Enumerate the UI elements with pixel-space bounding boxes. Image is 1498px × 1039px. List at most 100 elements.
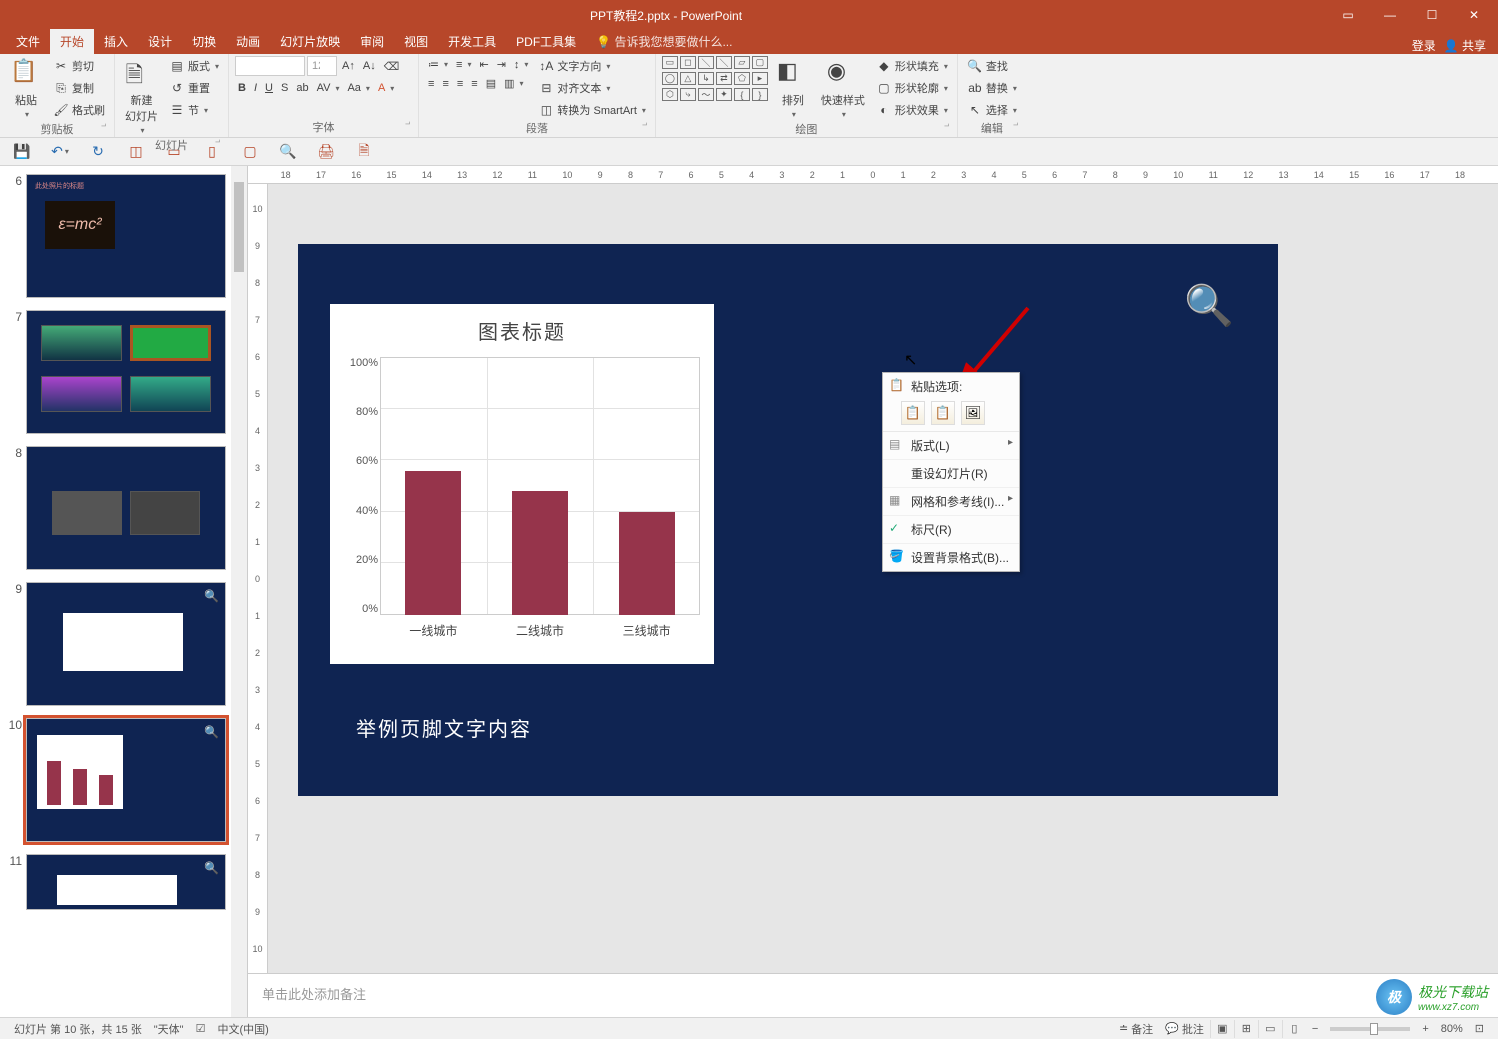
qat-btn-4[interactable]: ▢: [240, 142, 260, 162]
chart-object[interactable]: 图表标题 100%80%60%40%20%0% 一线城市二线城市三线城市: [330, 304, 714, 664]
reset-button[interactable]: ↺重置: [166, 78, 222, 98]
underline-button[interactable]: U: [262, 80, 276, 96]
slide-canvas[interactable]: 🔍 图表标题 100%80%60%40%20%0% 一: [298, 244, 1278, 796]
font-size-combo[interactable]: [307, 56, 337, 76]
slide-thumb-8[interactable]: 8: [6, 446, 241, 570]
convert-smartart-button[interactable]: ◫转换为 SmartArt: [535, 100, 648, 120]
distribute-button[interactable]: ▤: [483, 75, 499, 92]
shape-effects-button[interactable]: ◐形状效果: [873, 100, 951, 120]
slide-thumb-11[interactable]: 11 🔍: [6, 854, 241, 910]
tab-pdf[interactable]: PDF工具集: [506, 29, 586, 54]
qat-btn-6[interactable]: 🖨: [316, 142, 336, 162]
decrease-indent-button[interactable]: ⇤: [476, 56, 491, 73]
slide-thumbnail-panel[interactable]: 6 此处照片的标题 ε=mc² 7 8 9 🔍: [0, 166, 248, 1017]
ribbon-display-btn[interactable]: ▭: [1328, 1, 1368, 29]
slide-thumb-7[interactable]: 7: [6, 310, 241, 434]
undo-button[interactable]: ↶: [50, 142, 70, 162]
close-btn[interactable]: ✕: [1454, 1, 1494, 29]
paste-use-dest-theme[interactable]: 📋: [901, 401, 925, 425]
tab-insert[interactable]: 插入: [94, 29, 138, 54]
new-slide-button[interactable]: 🗎新建 幻灯片: [121, 56, 162, 137]
tab-transition[interactable]: 切换: [182, 29, 226, 54]
align-right-button[interactable]: ≡: [454, 76, 466, 92]
slide-thumb-9[interactable]: 9 🔍: [6, 582, 241, 706]
align-center-button[interactable]: ≡: [439, 76, 451, 92]
zoom-in[interactable]: +: [1416, 1023, 1434, 1035]
status-slide-info[interactable]: 幻灯片 第 10 张，共 15 张: [8, 1021, 148, 1037]
clear-format-button[interactable]: ⌫: [381, 58, 403, 75]
view-normal[interactable]: ▣: [1210, 1020, 1234, 1038]
columns-button[interactable]: ▥: [501, 75, 526, 92]
align-left-button[interactable]: ≡: [425, 76, 437, 92]
qat-btn-5[interactable]: 🔍: [278, 142, 298, 162]
share-button[interactable]: 👤 共享: [1444, 37, 1486, 54]
redo-button[interactable]: ↻: [88, 142, 108, 162]
status-language[interactable]: 中文(中国): [211, 1021, 274, 1037]
save-button[interactable]: 💾: [12, 142, 32, 162]
strike-button[interactable]: S: [278, 80, 291, 96]
copy-button[interactable]: ⎘复制: [50, 78, 108, 98]
arrange-button[interactable]: ◧排列: [773, 56, 813, 121]
maximize-btn[interactable]: ☐: [1412, 1, 1452, 29]
line-spacing-button[interactable]: ↕: [511, 57, 532, 73]
slide-canvas-area[interactable]: 🔍 图表标题 100%80%60%40%20%0% 一: [268, 184, 1498, 973]
tab-design[interactable]: 设计: [138, 29, 182, 54]
shape-fill-button[interactable]: ◆形状填充: [873, 56, 951, 76]
tab-file[interactable]: 文件: [6, 29, 50, 54]
tab-devtools[interactable]: 开发工具: [438, 29, 506, 54]
quick-styles-button[interactable]: ◉快速样式: [817, 56, 869, 121]
paste-button[interactable]: 📋粘贴: [6, 56, 46, 121]
status-accessibility[interactable]: ☑: [190, 1022, 212, 1035]
shape-outline-button[interactable]: ▢形状轮廓: [873, 78, 951, 98]
zoom-out[interactable]: −: [1306, 1023, 1324, 1035]
paste-picture[interactable]: 🖼: [961, 401, 985, 425]
fit-to-window[interactable]: ⊡: [1469, 1022, 1490, 1035]
layout-button[interactable]: ▤版式: [166, 56, 222, 76]
minimize-btn[interactable]: —: [1370, 1, 1410, 29]
shadow-button[interactable]: ab: [293, 80, 311, 96]
ctx-ruler[interactable]: ✓标尺(R): [883, 516, 1019, 544]
paste-keep-source[interactable]: 📋: [931, 401, 955, 425]
italic-button[interactable]: I: [251, 80, 260, 96]
decrease-font-button[interactable]: A↓: [360, 58, 379, 74]
bold-button[interactable]: B: [235, 80, 249, 96]
slide-thumb-10[interactable]: 10 🔍: [6, 718, 241, 842]
numbering-button[interactable]: ≡: [453, 57, 474, 73]
thumbnail-scrollbar[interactable]: [231, 166, 247, 1017]
view-reading[interactable]: ▭: [1258, 1020, 1282, 1038]
zoom-slider[interactable]: [1330, 1027, 1410, 1031]
replace-button[interactable]: ab替换: [964, 78, 1020, 98]
view-slideshow[interactable]: ▯: [1282, 1020, 1306, 1038]
align-text-button[interactable]: ⊟对齐文本: [535, 78, 648, 98]
tab-view[interactable]: 视图: [394, 29, 438, 54]
slide-thumb-6[interactable]: 6 此处照片的标题 ε=mc²: [6, 174, 241, 298]
tell-me-search[interactable]: 💡 告诉我您想要做什么...: [586, 29, 742, 54]
find-button[interactable]: 🔍查找: [964, 56, 1011, 76]
tab-home[interactable]: 开始: [50, 29, 94, 54]
zoom-level[interactable]: 80%: [1435, 1023, 1469, 1035]
tab-animation[interactable]: 动画: [226, 29, 270, 54]
ctx-format-bg[interactable]: 🪣设置背景格式(B)...: [883, 544, 1019, 571]
change-case-button[interactable]: Aa: [344, 80, 372, 96]
section-button[interactable]: ☰节: [166, 100, 222, 120]
bullets-button[interactable]: ≔: [425, 56, 451, 73]
comments-toggle[interactable]: 💬 批注: [1159, 1021, 1210, 1037]
font-color-button[interactable]: A: [375, 80, 397, 96]
login-link[interactable]: 登录: [1412, 37, 1436, 54]
justify-button[interactable]: ≡: [468, 76, 480, 92]
select-button[interactable]: ↖选择: [964, 100, 1020, 120]
increase-font-button[interactable]: A↑: [339, 58, 358, 74]
font-name-combo[interactable]: [235, 56, 305, 76]
qat-btn-7[interactable]: 🗎: [354, 142, 374, 162]
char-spacing-button[interactable]: AV: [314, 80, 343, 96]
shape-gallery[interactable]: ▭◻＼＼▱▢ ◯△↳⇄⬠▸ ⬡⤷〜✦{}: [662, 56, 769, 103]
text-direction-button[interactable]: ↕A文字方向: [535, 56, 648, 76]
notes-pane[interactable]: 单击此处添加备注: [248, 973, 1498, 1017]
ctx-layout[interactable]: ▤版式(L): [883, 432, 1019, 460]
tab-slideshow[interactable]: 幻灯片放映: [270, 29, 350, 54]
view-sorter[interactable]: ⊞: [1234, 1020, 1258, 1038]
notes-toggle[interactable]: ≐ 备注: [1113, 1021, 1159, 1037]
slide-footer-text[interactable]: 举例页脚文字内容: [356, 713, 532, 742]
tab-review[interactable]: 审阅: [350, 29, 394, 54]
format-painter-button[interactable]: 🖌格式刷: [50, 100, 108, 120]
